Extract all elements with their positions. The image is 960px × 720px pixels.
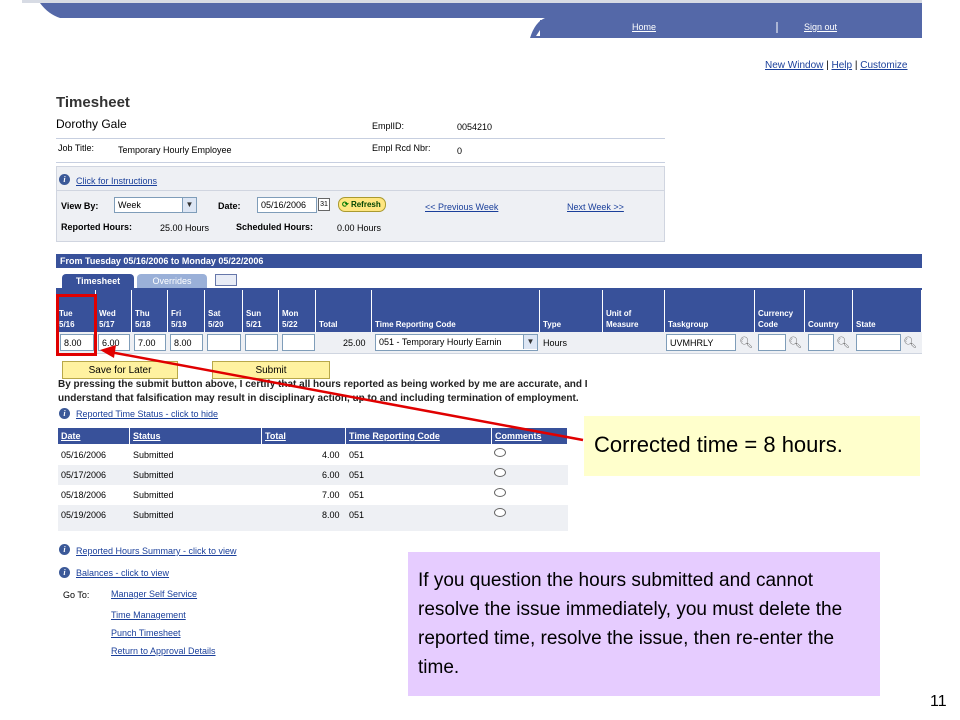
red-arrow bbox=[100, 345, 584, 442]
slide-number: 11 bbox=[930, 693, 947, 710]
